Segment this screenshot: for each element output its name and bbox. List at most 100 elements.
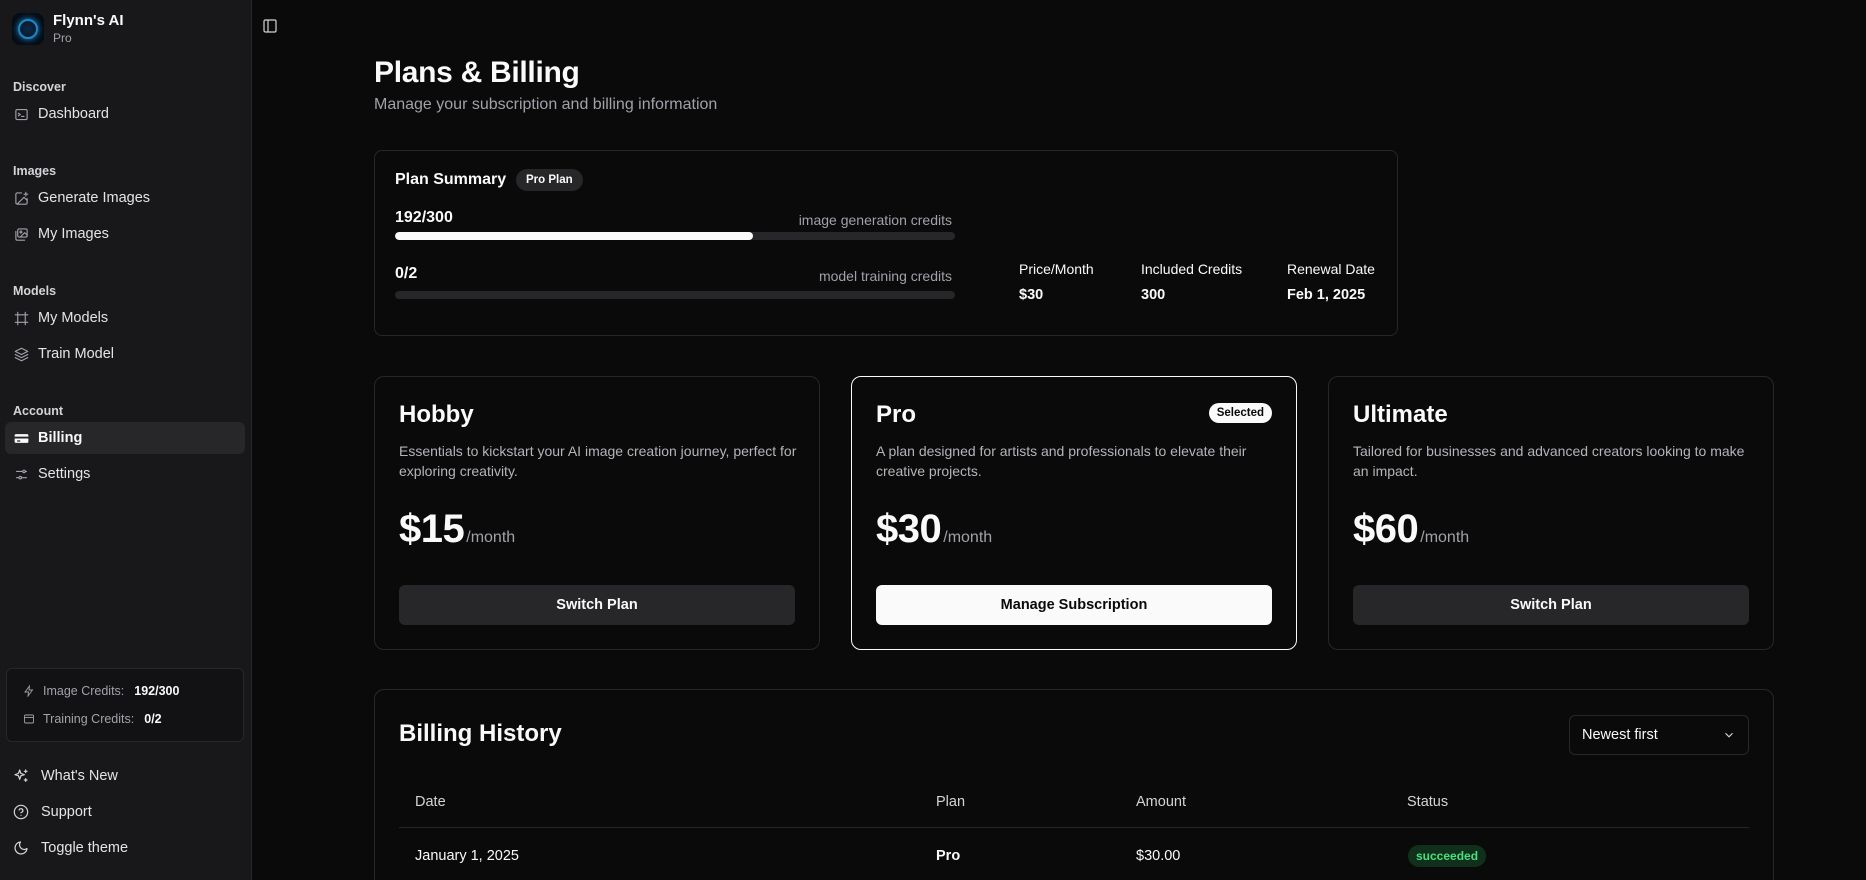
sliders-icon — [13, 466, 29, 482]
panel-left-icon — [263, 19, 277, 33]
sort-select[interactable]: Newest first — [1569, 715, 1749, 755]
training-credits-line: Training Credits: 0/2 — [23, 712, 162, 726]
stat-credits: Included Credits 300 — [1141, 261, 1242, 303]
sidebar-item-my-models[interactable]: My Models — [5, 302, 245, 334]
sort-select-value: Newest first — [1582, 727, 1658, 743]
nav-group-discover: Discover — [13, 80, 66, 94]
header-divider — [399, 827, 1749, 828]
plan-name: Pro — [876, 401, 917, 428]
status-badge: succeeded — [1408, 845, 1487, 867]
cell-date: January 1, 2025 — [415, 848, 519, 864]
toggle-theme-label: Toggle theme — [41, 840, 129, 856]
price-amount: $30 — [876, 507, 942, 551]
box-icon — [24, 714, 34, 724]
moon-icon — [14, 841, 28, 855]
chevron-down-icon — [1725, 732, 1733, 738]
nav-group-models: Models — [13, 284, 57, 298]
frame-icon — [13, 310, 29, 326]
zap-icon — [24, 685, 34, 697]
brand-name: Flynn's AI — [53, 12, 124, 29]
cell-plan: Pro — [936, 848, 961, 864]
sidebar-item-my-images[interactable]: My Images — [5, 218, 245, 250]
image-usage-value: 192/300 — [395, 209, 453, 226]
brand-logo — [12, 13, 44, 45]
plan-price: $60 /month — [1353, 507, 1469, 552]
nav-group-account: Account — [13, 404, 63, 418]
plan-summary-card: Plan Summary Pro Plan 192/300 image gene… — [374, 150, 1398, 336]
switch-plan-button[interactable]: Switch Plan — [399, 585, 795, 625]
sidebar-item-label: Billing — [38, 430, 83, 446]
stat-label: Renewal Date — [1287, 261, 1375, 277]
page-subtitle: Manage your subscription and billing inf… — [374, 96, 718, 113]
sidebar-item-label: Dashboard — [38, 106, 109, 122]
plan-card-ultimate: Ultimate Tailored for businesses and adv… — [1328, 376, 1774, 650]
plan-card-pro: Pro Selected A plan designed for artists… — [851, 376, 1297, 650]
sidebar-item-billing[interactable]: Billing — [5, 422, 245, 454]
credits-box: Image Credits: 192/300 Training Credits:… — [6, 668, 244, 742]
billing-history-card: Billing History Newest first Date Plan A… — [374, 689, 1774, 880]
sidebar-item-label: My Models — [38, 310, 109, 326]
whats-new-button[interactable]: What's New — [5, 760, 245, 792]
plan-card-hobby: Hobby Essentials to kickstart your AI im… — [374, 376, 820, 650]
sidebar-item-train-model[interactable]: Train Model — [5, 338, 245, 370]
training-credits-value: 0/2 — [144, 712, 162, 726]
switch-plan-button[interactable]: Switch Plan — [1353, 585, 1749, 625]
training-usage-label: model training credits — [818, 268, 952, 284]
training-usage-value: 0/2 — [395, 265, 418, 282]
cell-amount: $30.00 — [1136, 848, 1181, 864]
sidebar-item-generate-images[interactable]: Generate Images — [5, 182, 245, 214]
page-title: Plans & Billing — [374, 56, 580, 89]
stat-price: Price/Month $30 — [1019, 261, 1094, 303]
sidebar: Flynn's AI Pro Discover Dashboard Images… — [0, 0, 252, 880]
image-credits-value: 192/300 — [134, 684, 180, 698]
column-header-amount[interactable]: Amount — [1136, 794, 1186, 810]
sidebar-item-label: Settings — [38, 466, 91, 482]
plan-price: $15 /month — [399, 507, 515, 552]
stat-label: Included Credits — [1141, 261, 1243, 277]
image-credits-label: Image Credits: — [43, 684, 125, 698]
support-button[interactable]: Support — [5, 796, 245, 828]
sidebar-item-label: My Images — [38, 226, 109, 242]
layers-icon — [13, 346, 29, 362]
column-header-status[interactable]: Status — [1407, 794, 1448, 810]
plan-description: Tailored for businesses and advanced cre… — [1353, 443, 1745, 479]
support-label: Support — [41, 804, 92, 820]
price-amount: $60 — [1353, 507, 1419, 551]
sidebar-item-label: Train Model — [38, 346, 115, 362]
images-icon — [13, 226, 29, 242]
toggle-theme-button[interactable]: Toggle theme — [5, 832, 245, 864]
billing-history-title: Billing History — [399, 720, 562, 747]
stat-label: Price/Month — [1019, 261, 1094, 277]
sparkles-icon — [14, 769, 28, 782]
brand[interactable]: Flynn's AI Pro — [12, 12, 124, 46]
plan-name: Ultimate — [1353, 401, 1448, 428]
price-period: /month — [1420, 529, 1470, 546]
price-period: /month — [466, 529, 516, 546]
plan-name: Hobby — [399, 401, 474, 428]
image-plus-icon — [13, 190, 29, 206]
stat-renewal: Renewal Date Feb 1, 2025 — [1287, 261, 1375, 303]
price-period: /month — [943, 529, 993, 546]
sidebar-item-settings[interactable]: Settings — [5, 458, 245, 490]
help-circle-icon — [13, 804, 29, 820]
nav-group-images: Images — [13, 164, 57, 178]
training-usage-bar — [395, 291, 955, 299]
sidebar-item-dashboard[interactable]: Dashboard — [5, 98, 245, 130]
plan-summary-title: Plan Summary — [395, 171, 507, 188]
toggle-sidebar-button[interactable] — [262, 18, 280, 36]
terminal-icon — [13, 106, 29, 122]
manage-subscription-button[interactable]: Manage Subscription — [876, 585, 1272, 625]
image-usage-bar — [395, 232, 955, 240]
column-header-plan[interactable]: Plan — [936, 794, 965, 810]
brand-plan: Pro — [53, 31, 72, 45]
price-amount: $15 — [399, 507, 465, 551]
plan-description: A plan designed for artists and professi… — [876, 443, 1247, 479]
sidebar-item-label: Generate Images — [38, 190, 151, 206]
plan-badge: Pro Plan — [516, 169, 583, 191]
stat-value: 300 — [1141, 287, 1166, 303]
whats-new-label: What's New — [41, 768, 118, 784]
stat-value: $30 — [1019, 287, 1044, 303]
credit-card-icon — [13, 430, 29, 446]
column-header-date[interactable]: Date — [415, 794, 446, 810]
image-credits-line: Image Credits: 192/300 — [23, 684, 179, 698]
